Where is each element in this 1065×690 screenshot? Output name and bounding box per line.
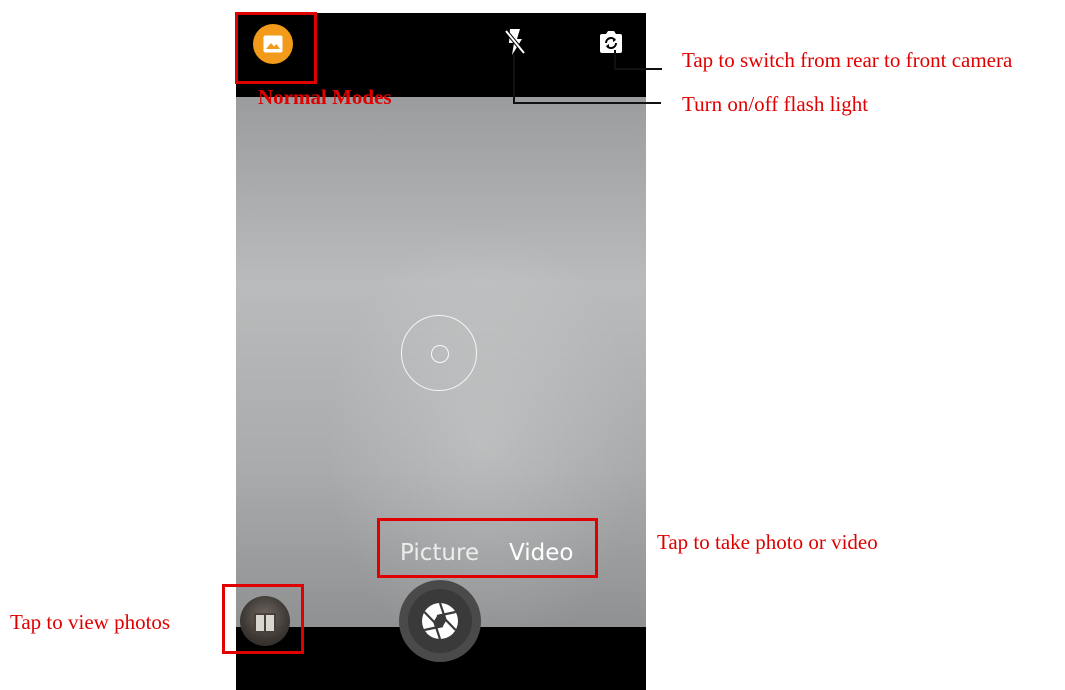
focus-point bbox=[431, 345, 449, 363]
flash-toggle-button[interactable] bbox=[500, 27, 530, 57]
annotation-take-photo-video: Tap to take photo or video bbox=[657, 530, 878, 554]
annotation-view-photos: Tap to view photos bbox=[10, 610, 171, 634]
switch-camera-button[interactable] bbox=[596, 27, 626, 57]
aperture-icon bbox=[422, 602, 458, 640]
mode-tabs-highlight bbox=[377, 518, 598, 578]
shutter-button[interactable] bbox=[399, 580, 481, 662]
annotation-normal-modes: Normal Modes bbox=[258, 85, 392, 109]
connector-flash bbox=[513, 55, 515, 104]
connector-switch-camera bbox=[614, 50, 616, 70]
annotation-flash: Turn on/off flash light bbox=[682, 92, 869, 116]
shutter-inner bbox=[408, 589, 472, 653]
annotation-switch-camera: Tap to switch from rear to front camera bbox=[682, 48, 1013, 72]
camera-switch-icon bbox=[600, 31, 622, 53]
flash-off-icon bbox=[504, 29, 526, 55]
mode-button-highlight bbox=[235, 12, 317, 84]
connector-switch-camera-h bbox=[614, 68, 662, 70]
gallery-highlight bbox=[222, 584, 304, 654]
tutorial-figure: Picture Video Normal Modes Tap to switch… bbox=[0, 0, 1065, 690]
connector-flash-h bbox=[513, 102, 661, 104]
